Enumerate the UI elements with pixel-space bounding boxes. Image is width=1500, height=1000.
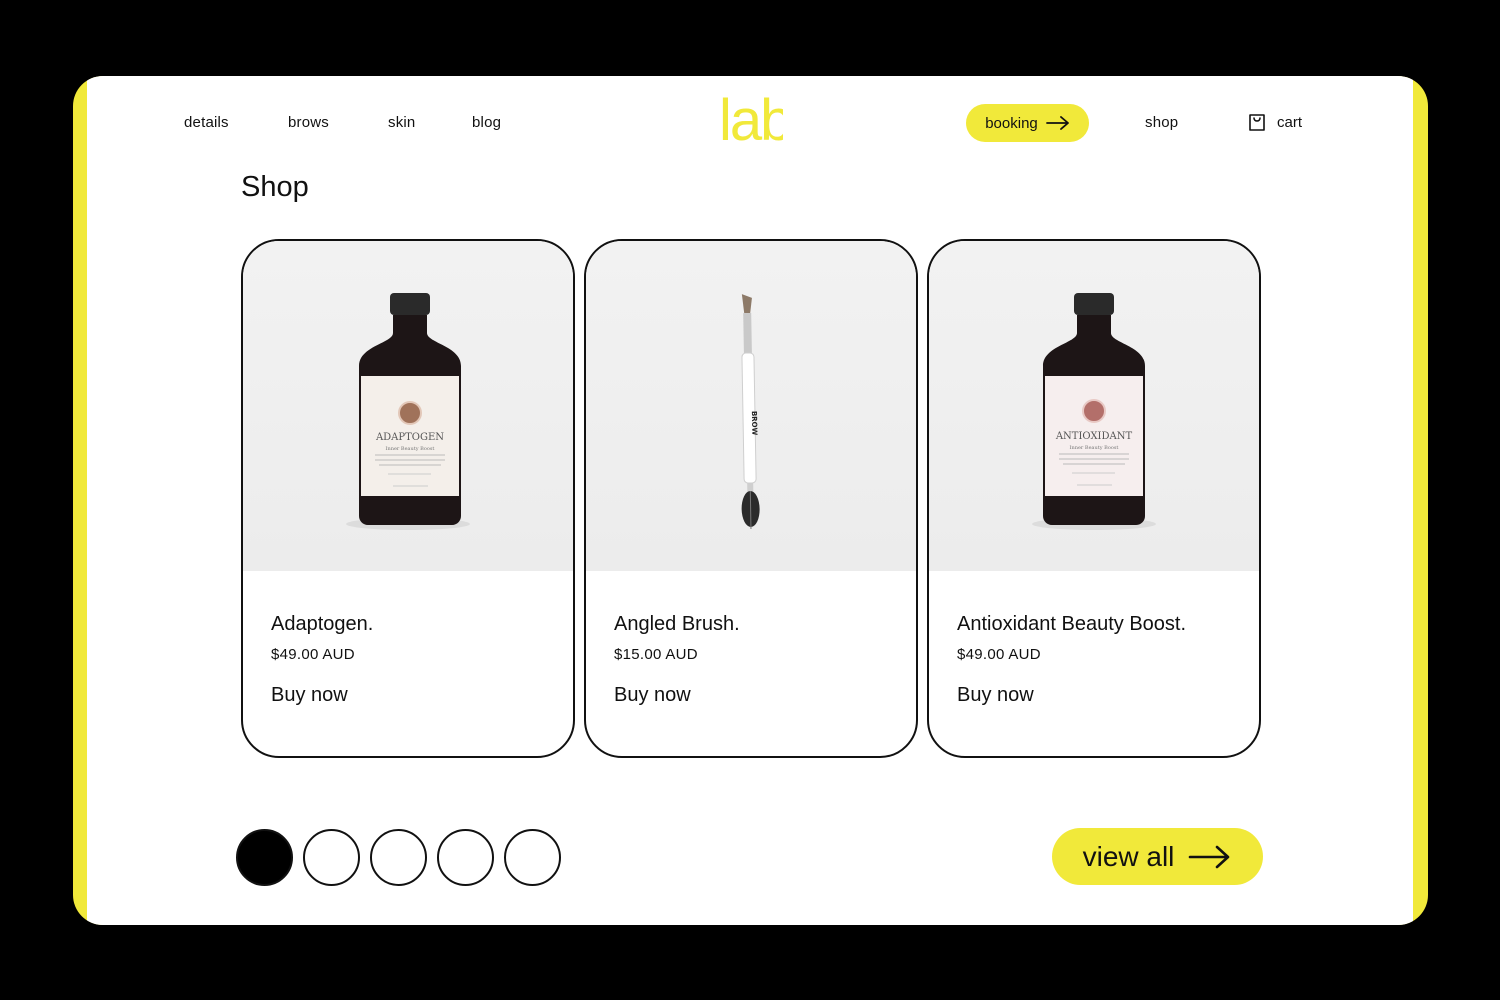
buy-now-link[interactable]: Buy now: [957, 684, 1034, 707]
nav-blog-link[interactable]: blog: [472, 114, 501, 131]
carousel-pagination: [236, 829, 561, 886]
pagination-dot[interactable]: [370, 829, 427, 886]
buy-now-link[interactable]: Buy now: [271, 684, 348, 707]
bottle-cap: [390, 293, 430, 315]
bottle-label-subtext: Inner Beauty Boost: [386, 446, 435, 452]
pagination-dot[interactable]: [303, 829, 360, 886]
product-grid: ADAPTOGEN Inner Beauty Boost Adaptogen. …: [241, 239, 1261, 758]
bottle-label-text: ANTIOXIDANT: [1055, 431, 1133, 442]
pagination-dot[interactable]: [504, 829, 561, 886]
logo-text: lab: [719, 90, 783, 146]
product-title: Angled Brush.: [614, 613, 740, 635]
nav-shop-link[interactable]: shop: [1145, 114, 1178, 131]
product-card[interactable]: BROW Angled Brush. $15.00 AUD Buy now: [584, 239, 918, 758]
product-image: ADAPTOGEN Inner Beauty Boost: [243, 241, 573, 571]
product-price: $49.00 AUD: [271, 646, 355, 663]
cart-label: cart: [1277, 113, 1303, 131]
pagination-dot[interactable]: [437, 829, 494, 886]
bottle-label-text: ADAPTOGEN: [375, 432, 444, 443]
product-card[interactable]: ANTIOXIDANT Inner Beauty Boost Antioxida…: [927, 239, 1261, 758]
view-all-button[interactable]: view all: [1052, 828, 1263, 885]
cart-button[interactable]: cart: [1247, 112, 1302, 132]
badge-icon: [398, 401, 422, 425]
product-price: $15.00 AUD: [614, 646, 698, 663]
product-title: Adaptogen.: [271, 613, 374, 635]
product-price: $49.00 AUD: [957, 646, 1041, 663]
badge-icon: [1082, 399, 1106, 423]
view-all-label: view all: [1082, 840, 1175, 872]
booking-button[interactable]: booking: [966, 104, 1089, 142]
arrow-right-icon: [1045, 116, 1069, 130]
lab-logo[interactable]: lab: [719, 90, 783, 146]
nav-details-link[interactable]: details: [184, 114, 229, 131]
nav-brows-link[interactable]: brows: [288, 114, 329, 131]
page: details brows skin blog lab booking shop…: [87, 76, 1413, 925]
shopping-bag-icon: [1249, 114, 1265, 131]
buy-now-link[interactable]: Buy now: [614, 684, 691, 707]
booking-label: booking: [985, 114, 1038, 132]
bottle-cap: [1074, 293, 1114, 315]
product-title: Antioxidant Beauty Boost.: [957, 613, 1187, 635]
page-title: Shop: [241, 171, 309, 203]
brush-tip: [741, 294, 752, 314]
bottle-label-subtext: Inner Beauty Boost: [1070, 445, 1119, 451]
nav-skin-link[interactable]: skin: [388, 114, 415, 131]
product-image: BROW: [586, 241, 916, 571]
brush-text: BROW: [750, 411, 758, 436]
pagination-dot[interactable]: [236, 829, 293, 886]
brush-ferrule: [743, 312, 752, 354]
browser-frame: details brows skin blog lab booking shop…: [73, 76, 1428, 925]
product-image: ANTIOXIDANT Inner Beauty Boost: [929, 241, 1259, 571]
product-card[interactable]: ADAPTOGEN Inner Beauty Boost Adaptogen. …: [241, 239, 575, 758]
arrow-right-icon: [1189, 845, 1230, 868]
